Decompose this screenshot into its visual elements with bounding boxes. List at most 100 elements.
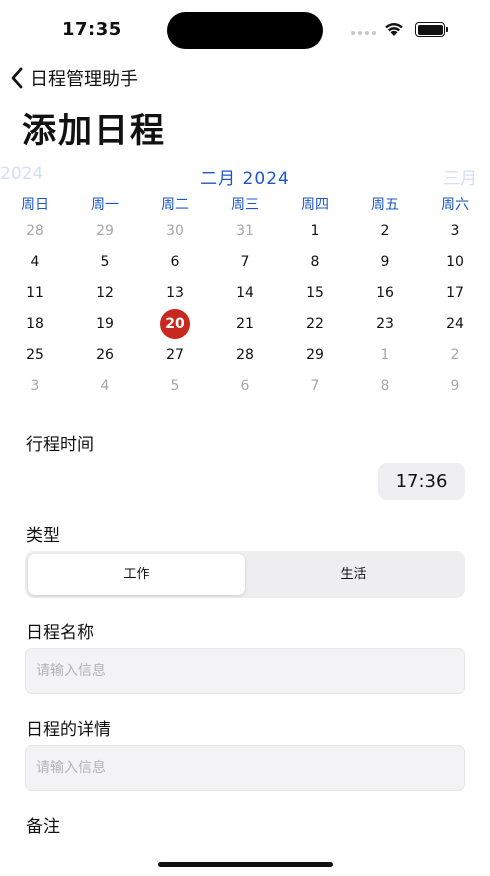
segment-life[interactable]: 生活 (245, 554, 462, 595)
calendar-day-number: 6 (240, 378, 250, 394)
calendar-day-number: 6 (170, 254, 180, 270)
calendar-day-number: 14 (236, 285, 254, 301)
name-input[interactable] (25, 648, 465, 694)
calendar-day[interactable]: 15 (280, 282, 350, 304)
calendar-day[interactable]: 13 (140, 282, 210, 304)
weekday-label: 周一 (91, 197, 119, 213)
calendar-prev-label[interactable]: 2024 (0, 164, 43, 184)
calendar-day[interactable]: 18 (0, 313, 70, 335)
calendar-day-number: 24 (446, 316, 464, 332)
calendar-day[interactable]: 22 (280, 313, 350, 335)
calendar-day-number: 5 (100, 254, 110, 270)
calendar-day[interactable]: 23 (350, 313, 420, 335)
calendar-day-number: 20 (160, 309, 190, 339)
notes-label: 备注 (26, 817, 60, 837)
calendar-day[interactable]: 10 (420, 251, 490, 273)
chevron-left-icon (11, 67, 23, 89)
calendar-day[interactable]: 8 (280, 251, 350, 273)
calendar-day[interactable]: 1 (350, 344, 420, 366)
calendar-day[interactable]: 17 (420, 282, 490, 304)
calendar-day[interactable]: 7 (210, 251, 280, 273)
calendar-weekdays: 周日 周一 周二 周三 周四 周五 周六 (0, 194, 490, 214)
calendar-day-number: 28 (26, 223, 44, 239)
calendar-week-row: 4 5 6 7 8 9 10 (0, 251, 490, 273)
weekday-label: 周三 (231, 197, 259, 213)
time-picker[interactable]: 17:36 (378, 463, 465, 500)
calendar-day-number: 9 (450, 378, 460, 394)
calendar-day-number: 3 (30, 378, 40, 394)
calendar-day[interactable]: 1 (280, 220, 350, 242)
calendar-next-label[interactable]: 三月 (443, 164, 477, 189)
calendar-day[interactable]: 27 (140, 344, 210, 366)
status-time: 17:35 (62, 19, 122, 40)
calendar-day[interactable]: 9 (350, 251, 420, 273)
calendar-day-number: 31 (236, 223, 254, 239)
calendar-day[interactable]: 11 (0, 282, 70, 304)
calendar-day[interactable]: 4 (0, 251, 70, 273)
calendar-day-number: 12 (96, 285, 114, 301)
calendar-day[interactable]: 8 (350, 375, 420, 397)
weekday-label: 周四 (301, 197, 329, 213)
calendar-day-number: 7 (310, 378, 320, 394)
wifi-icon (385, 23, 403, 36)
calendar-day-number: 13 (166, 285, 184, 301)
calendar-day[interactable]: 19 (70, 313, 140, 335)
calendar-day[interactable]: 28 (210, 344, 280, 366)
calendar-day[interactable]: 29 (70, 220, 140, 242)
calendar-day[interactable]: 2 (420, 344, 490, 366)
calendar-day-number: 1 (310, 223, 320, 239)
calendar-day[interactable]: 21 (210, 313, 280, 335)
calendar-day-number: 8 (380, 378, 390, 394)
calendar-day-number: 28 (236, 347, 254, 363)
calendar-day-number: 21 (236, 316, 254, 332)
calendar-day[interactable]: 29 (280, 344, 350, 366)
calendar-day[interactable]: 30 (140, 220, 210, 242)
back-button[interactable]: 日程管理助手 (10, 65, 138, 91)
calendar-day-number: 27 (166, 347, 184, 363)
calendar-day-number: 30 (166, 223, 184, 239)
calendar-day[interactable]: 4 (70, 375, 140, 397)
calendar-day[interactable]: 9 (420, 375, 490, 397)
calendar-day-number: 15 (306, 285, 324, 301)
calendar-day-number: 5 (170, 378, 180, 394)
calendar-day[interactable]: 5 (140, 375, 210, 397)
calendar-day[interactable]: 3 (420, 220, 490, 242)
calendar-day-number: 11 (26, 285, 44, 301)
calendar-day-number: 29 (96, 223, 114, 239)
calendar-day[interactable]: 3 (0, 375, 70, 397)
calendar-day[interactable]: 6 (140, 251, 210, 273)
segment-work[interactable]: 工作 (28, 554, 245, 595)
calendar-day[interactable]: 12 (70, 282, 140, 304)
calendar-day-number: 2 (380, 223, 390, 239)
weekday-label: 周五 (371, 197, 399, 213)
calendar-day-number: 29 (306, 347, 324, 363)
calendar-day[interactable]: 16 (350, 282, 420, 304)
calendar-day[interactable]: 28 (0, 220, 70, 242)
calendar-day-number: 3 (450, 223, 460, 239)
calendar-day[interactable]: 24 (420, 313, 490, 335)
type-segmented-control[interactable]: 工作 生活 (25, 551, 465, 598)
calendar-day[interactable]: 7 (280, 375, 350, 397)
detail-input[interactable] (25, 745, 465, 791)
home-indicator (158, 862, 333, 867)
calendar-day-number: 17 (446, 285, 464, 301)
calendar-day[interactable]: 31 (210, 220, 280, 242)
calendar-day-number: 10 (446, 254, 464, 270)
calendar-day[interactable]: 5 (70, 251, 140, 273)
calendar-day-number: 16 (376, 285, 394, 301)
signal-dots-icon (351, 31, 376, 35)
calendar-day[interactable]: 14 (210, 282, 280, 304)
page-title: 添加日程 (22, 111, 166, 151)
calendar-day[interactable]: 6 (210, 375, 280, 397)
calendar-day[interactable]: 25 (0, 344, 70, 366)
calendar-week-row: 11 12 13 14 15 16 17 (0, 282, 490, 304)
name-label: 日程名称 (26, 623, 94, 643)
calendar-day-selected[interactable]: 20 (140, 309, 210, 339)
calendar-week-row: 18 19 20 21 22 23 24 (0, 309, 490, 339)
calendar-day-number: 22 (306, 316, 324, 332)
calendar-month-label[interactable]: 二月 2024 (0, 164, 490, 189)
calendar-day-number: 19 (96, 316, 114, 332)
battery-icon (415, 22, 448, 37)
calendar-day[interactable]: 2 (350, 220, 420, 242)
calendar-day[interactable]: 26 (70, 344, 140, 366)
